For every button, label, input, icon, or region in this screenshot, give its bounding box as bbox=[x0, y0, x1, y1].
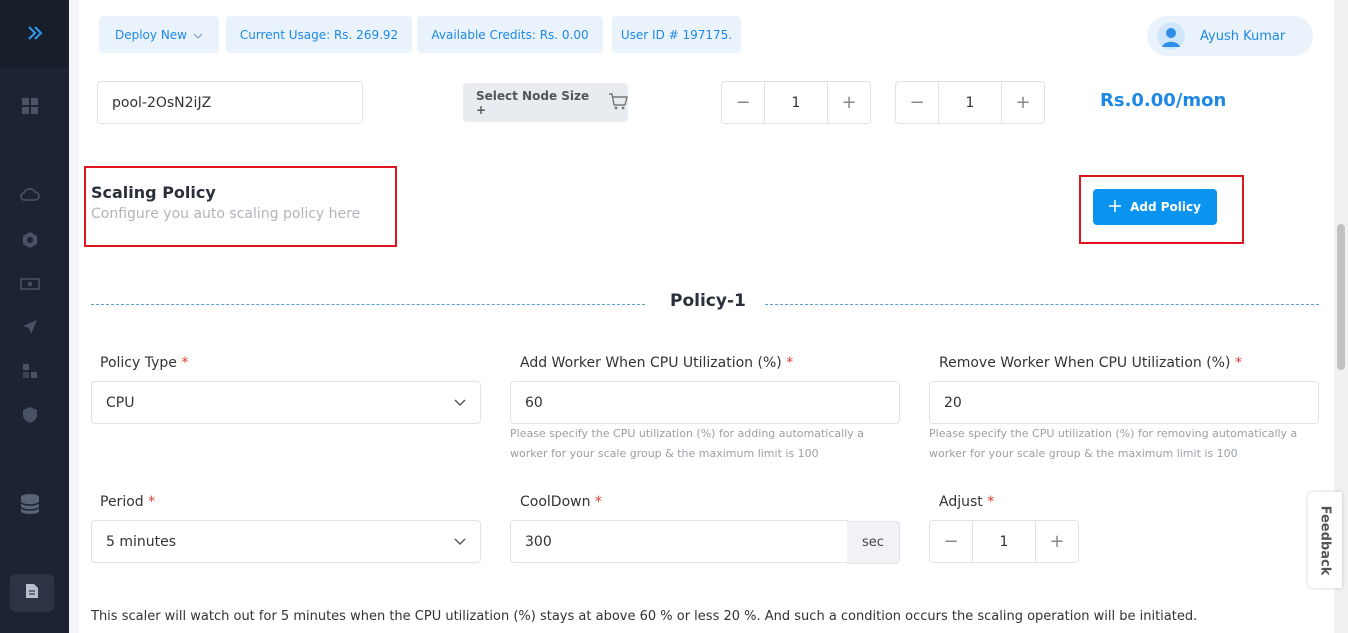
select-node-size-button[interactable]: Select Node Size + bbox=[463, 83, 628, 122]
period-label: Period * bbox=[100, 494, 156, 510]
adjust-value[interactable]: 1 bbox=[972, 521, 1036, 562]
policy-type-value: CPU bbox=[106, 394, 135, 411]
sidebar-toggle[interactable] bbox=[0, 0, 69, 68]
select-node-size-label: Select Node Size + bbox=[476, 88, 590, 117]
add-worker-help: Please specify the CPU utilization (%) f… bbox=[510, 427, 865, 460]
cooldown-input[interactable]: 300 bbox=[510, 520, 848, 563]
user-menu[interactable]: Ayush Kumar bbox=[1147, 16, 1313, 56]
pool-name-input[interactable]: pool-2OsN2iJZ bbox=[97, 81, 363, 124]
user-name: Ayush Kumar bbox=[1200, 28, 1286, 44]
database-icon[interactable] bbox=[19, 494, 41, 514]
increment-button[interactable]: + bbox=[828, 82, 870, 123]
add-worker-input[interactable]: 60 bbox=[510, 381, 900, 424]
add-policy-button[interactable]: Add Policy bbox=[1093, 189, 1217, 225]
period-value: 5 minutes bbox=[106, 533, 177, 550]
rocket-icon[interactable] bbox=[19, 317, 41, 337]
kubernetes-icon[interactable] bbox=[19, 230, 41, 250]
sidebar bbox=[0, 0, 69, 633]
policy-summary: This scaler will watch out for 5 minutes… bbox=[91, 609, 1198, 624]
top-bar: Deploy New Current Usage: Rs. 269.92 Ava… bbox=[79, 0, 1334, 68]
policy-type-select[interactable]: CPU bbox=[91, 381, 481, 424]
divider bbox=[91, 304, 645, 305]
billing-icon[interactable] bbox=[19, 274, 41, 294]
user-id-chip: User ID # 197175. bbox=[612, 16, 741, 53]
cooldown-label: CoolDown * bbox=[520, 494, 602, 510]
document-button[interactable] bbox=[10, 574, 54, 612]
remove-worker-input[interactable]: 20 bbox=[929, 381, 1319, 424]
max-nodes-stepper: − 1 + bbox=[895, 81, 1045, 124]
min-nodes-value[interactable]: 1 bbox=[764, 82, 828, 123]
remove-worker-help: Please specify the CPU utilization (%) f… bbox=[929, 427, 1298, 460]
decrement-button[interactable]: − bbox=[896, 82, 938, 123]
price-label: Rs.0.00/mon bbox=[1100, 90, 1227, 111]
deploy-new-dropdown[interactable]: Deploy New bbox=[99, 16, 219, 53]
current-usage-chip: Current Usage: Rs. 269.92 bbox=[226, 16, 412, 53]
avatar bbox=[1157, 22, 1185, 50]
add-policy-label: Add Policy bbox=[1130, 200, 1201, 214]
feedback-tab[interactable]: Feedback bbox=[1308, 492, 1342, 588]
adjust-label: Adjust * bbox=[939, 494, 995, 510]
feedback-label: Feedback bbox=[1317, 505, 1333, 575]
network-icon[interactable] bbox=[19, 361, 41, 381]
double-chevron-right-icon bbox=[27, 25, 43, 44]
increment-button[interactable]: + bbox=[1002, 82, 1044, 123]
policy-title: Policy-1 bbox=[670, 291, 746, 311]
available-credits-chip: Available Credits: Rs. 0.00 bbox=[417, 16, 603, 53]
add-worker-label: Add Worker When CPU Utilization (%) * bbox=[520, 355, 794, 371]
scaling-policy-subtitle: Configure you auto scaling policy here bbox=[91, 206, 361, 222]
chevron-down-icon bbox=[454, 534, 466, 550]
divider bbox=[765, 304, 1319, 305]
cooldown-unit: sec bbox=[847, 521, 900, 564]
cloud-icon[interactable] bbox=[19, 184, 41, 204]
decrement-button[interactable]: − bbox=[930, 521, 972, 562]
increment-button[interactable]: + bbox=[1036, 521, 1078, 562]
shield-icon[interactable] bbox=[19, 405, 41, 425]
min-nodes-stepper: − 1 + bbox=[721, 81, 871, 124]
document-icon bbox=[25, 583, 39, 603]
dashboard-icon[interactable] bbox=[19, 96, 41, 116]
adjust-stepper: − 1 + bbox=[929, 520, 1079, 563]
plus-icon bbox=[1109, 199, 1122, 215]
chevron-down-icon bbox=[193, 28, 203, 42]
decrement-button[interactable]: − bbox=[722, 82, 764, 123]
scrollbar-thumb[interactable] bbox=[1337, 224, 1345, 370]
deploy-new-label: Deploy New bbox=[114, 27, 187, 42]
main-content: Deploy New Current Usage: Rs. 269.92 Ava… bbox=[79, 0, 1334, 633]
remove-worker-label: Remove Worker When CPU Utilization (%) * bbox=[939, 355, 1242, 371]
cart-icon bbox=[608, 92, 628, 113]
period-select[interactable]: 5 minutes bbox=[91, 520, 481, 563]
scaling-policy-title: Scaling Policy bbox=[91, 183, 216, 202]
max-nodes-value[interactable]: 1 bbox=[938, 82, 1002, 123]
chevron-down-icon bbox=[454, 395, 466, 411]
policy-type-label: Policy Type * bbox=[100, 355, 189, 371]
